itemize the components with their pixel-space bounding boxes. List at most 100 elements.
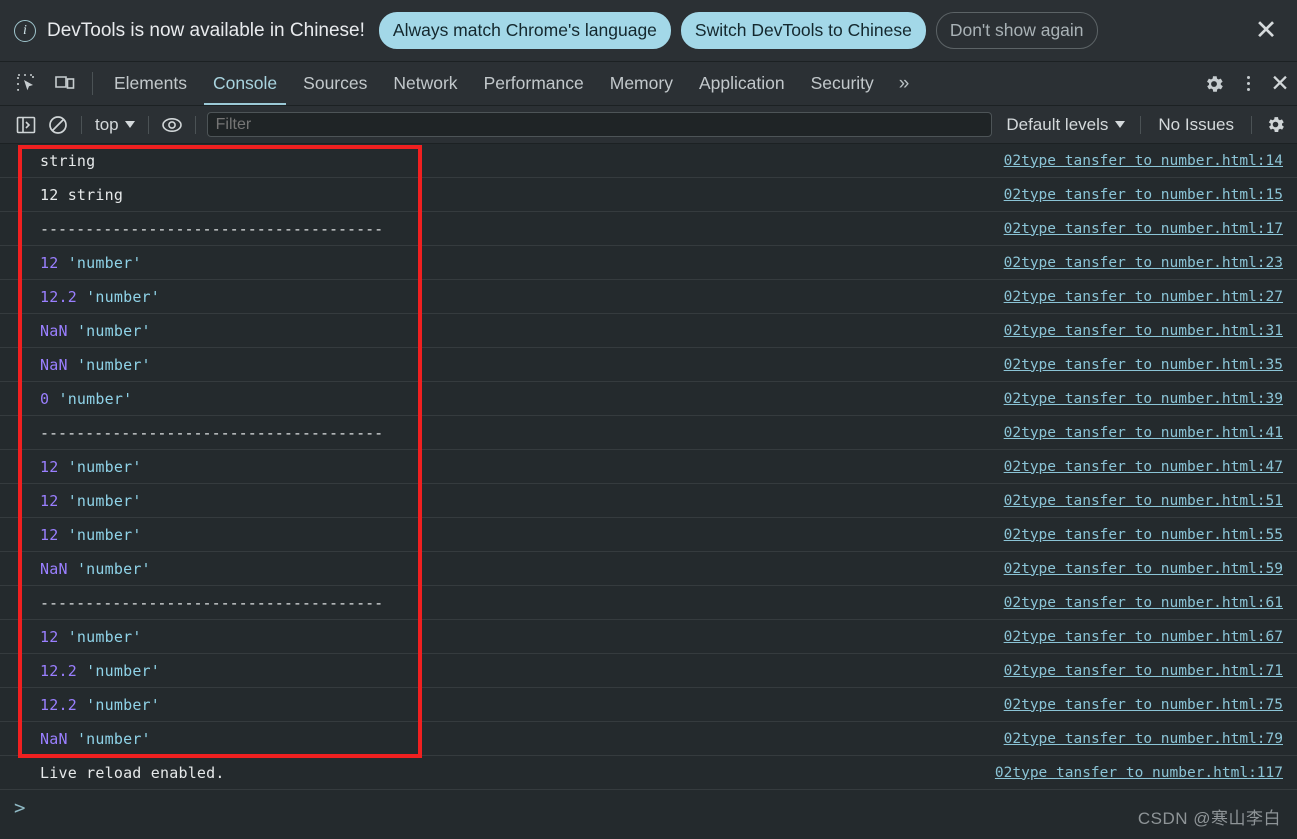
console-token: 'number' bbox=[67, 491, 142, 510]
console-source-link[interactable]: 02type tansfer to number.html:23 bbox=[1004, 255, 1283, 271]
console-message-text: 12 'number' bbox=[40, 526, 142, 544]
console-source-link[interactable]: 02type tansfer to number.html:39 bbox=[1004, 391, 1283, 407]
console-source-link[interactable]: 02type tansfer to number.html:31 bbox=[1004, 323, 1283, 339]
tab-application[interactable]: Application bbox=[686, 62, 798, 105]
console-source-link[interactable]: 02type tansfer to number.html:75 bbox=[1004, 697, 1283, 713]
sidebar-toggle-icon[interactable] bbox=[10, 110, 42, 140]
tab-network[interactable]: Network bbox=[380, 62, 470, 105]
console-toolbar-divider bbox=[81, 115, 82, 134]
console-message-row[interactable]: 12 'number' 02type tansfer to number.html… bbox=[0, 518, 1297, 552]
always-match-chrome-language-button[interactable]: Always match Chrome's language bbox=[378, 11, 671, 50]
log-levels-selector[interactable]: Default levels bbox=[998, 115, 1133, 135]
execution-context-selector[interactable]: top bbox=[89, 115, 141, 135]
console-message-row[interactable]: NaN 'number' 02type tansfer to number.htm… bbox=[0, 348, 1297, 382]
console-message-row[interactable]: 12 'number' 02type tansfer to number.html… bbox=[0, 620, 1297, 654]
console-message-row[interactable]: Live reload enabled. 02type tansfer to nu… bbox=[0, 756, 1297, 790]
console-token: NaN bbox=[40, 355, 68, 374]
console-token: string bbox=[40, 151, 96, 170]
console-message-text: NaN 'number' bbox=[40, 356, 151, 374]
console-source-link[interactable]: 02type tansfer to number.html:61 bbox=[1004, 595, 1283, 611]
console-token: NaN bbox=[40, 559, 68, 578]
console-source-link[interactable]: 02type tansfer to number.html:71 bbox=[1004, 663, 1283, 679]
close-devtools-icon[interactable]: ✕ bbox=[1263, 70, 1297, 97]
live-expression-icon[interactable] bbox=[156, 110, 188, 140]
filter-input[interactable] bbox=[206, 112, 993, 137]
gear-icon[interactable] bbox=[1195, 73, 1233, 95]
tab-performance[interactable]: Performance bbox=[471, 62, 597, 105]
dont-show-again-button[interactable]: Don't show again bbox=[935, 11, 1098, 50]
console-source-link[interactable]: 02type tansfer to number.html:27 bbox=[1004, 289, 1283, 305]
console-message-row[interactable]: -------------------------------------- 02… bbox=[0, 212, 1297, 246]
console-token bbox=[68, 730, 77, 748]
console-token: 12.2 bbox=[40, 287, 77, 306]
console-token bbox=[58, 526, 67, 544]
execution-context-label: top bbox=[95, 114, 119, 134]
console-message-row[interactable]: -------------------------------------- 02… bbox=[0, 416, 1297, 450]
console-message-row[interactable]: 12 string 02type tansfer to number.html:1… bbox=[0, 178, 1297, 212]
more-tabs-icon[interactable]: » bbox=[887, 62, 922, 105]
console-message-row[interactable]: 12.2 'number' 02type tansfer to number.ht… bbox=[0, 654, 1297, 688]
console-message-text: 12 'number' bbox=[40, 628, 142, 646]
tab-console[interactable]: Console bbox=[200, 62, 290, 105]
console-toolbar-divider-4 bbox=[1140, 115, 1142, 134]
console-message-text: NaN 'number' bbox=[40, 730, 151, 748]
console-token bbox=[58, 254, 67, 272]
console-token bbox=[68, 356, 77, 374]
console-message-text: 12 'number' bbox=[40, 254, 142, 272]
issues-counter[interactable]: No Issues bbox=[1148, 115, 1244, 135]
devtools-tabbar: Elements Console Sources Network Perform… bbox=[0, 62, 1297, 106]
tab-sources[interactable]: Sources bbox=[290, 62, 380, 105]
console-source-link[interactable]: 02type tansfer to number.html:51 bbox=[1004, 493, 1283, 509]
console-message-row[interactable]: -------------------------------------- 02… bbox=[0, 586, 1297, 620]
console-message-text: 12.2 'number' bbox=[40, 288, 160, 306]
console-message-row[interactable]: 12.2 'number' 02type tansfer to number.ht… bbox=[0, 688, 1297, 722]
tab-elements[interactable]: Elements bbox=[101, 62, 200, 105]
console-source-link[interactable]: 02type tansfer to number.html:17 bbox=[1004, 221, 1283, 237]
console-token: NaN bbox=[40, 321, 68, 340]
console-message-text: -------------------------------------- bbox=[40, 424, 383, 442]
console-message-row[interactable]: 12 'number' 02type tansfer to number.html… bbox=[0, 484, 1297, 518]
console-token: 'number' bbox=[76, 321, 151, 340]
console-message-text: -------------------------------------- bbox=[40, 220, 383, 238]
console-message-row[interactable]: NaN 'number' 02type tansfer to number.htm… bbox=[0, 552, 1297, 586]
console-source-link[interactable]: 02type tansfer to number.html:59 bbox=[1004, 561, 1283, 577]
console-token bbox=[77, 288, 86, 306]
console-message-row[interactable]: NaN 'number' 02type tansfer to number.htm… bbox=[0, 314, 1297, 348]
close-infobar-icon[interactable]: ✕ bbox=[1251, 16, 1281, 46]
console-message-row[interactable]: string 02type tansfer to number.html:14 bbox=[0, 144, 1297, 178]
console-token: 'number' bbox=[76, 729, 151, 748]
console-message-row[interactable]: 12 'number' 02type tansfer to number.html… bbox=[0, 450, 1297, 484]
console-token: 12.2 bbox=[40, 695, 77, 714]
console-source-link[interactable]: 02type tansfer to number.html:117 bbox=[995, 765, 1283, 781]
console-source-link[interactable]: 02type tansfer to number.html:55 bbox=[1004, 527, 1283, 543]
console-prompt[interactable]: > bbox=[0, 790, 1297, 826]
console-token: 'number' bbox=[76, 355, 151, 374]
dots-vertical-icon[interactable] bbox=[1233, 76, 1263, 91]
device-toolbar-icon[interactable] bbox=[46, 62, 84, 105]
console-source-link[interactable]: 02type tansfer to number.html:35 bbox=[1004, 357, 1283, 373]
console-message-row[interactable]: 12.2 'number' 02type tansfer to number.ht… bbox=[0, 280, 1297, 314]
clear-console-icon[interactable] bbox=[42, 110, 74, 140]
console-source-link[interactable]: 02type tansfer to number.html:79 bbox=[1004, 731, 1283, 747]
console-source-link[interactable]: 02type tansfer to number.html:67 bbox=[1004, 629, 1283, 645]
console-message-list[interactable]: string 02type tansfer to number.html:14 12… bbox=[0, 144, 1297, 839]
tabbar-divider bbox=[92, 72, 93, 95]
console-message-row[interactable]: 12 'number' 02type tansfer to number.html… bbox=[0, 246, 1297, 280]
console-source-link[interactable]: 02type tansfer to number.html:15 bbox=[1004, 187, 1283, 203]
tab-label: Console bbox=[212, 73, 278, 93]
console-source-link[interactable]: 02type tansfer to number.html:14 bbox=[1004, 153, 1283, 169]
inspect-element-icon[interactable] bbox=[8, 62, 46, 105]
console-source-link[interactable]: 02type tansfer to number.html:47 bbox=[1004, 459, 1283, 475]
console-message-row[interactable]: NaN 'number' 02type tansfer to number.htm… bbox=[0, 722, 1297, 756]
console-token: 12.2 bbox=[40, 661, 77, 680]
switch-devtools-to-chinese-button[interactable]: Switch DevTools to Chinese bbox=[680, 11, 926, 50]
tab-security[interactable]: Security bbox=[798, 62, 887, 105]
console-message-row[interactable]: 0 'number' 02type tansfer to number.html:… bbox=[0, 382, 1297, 416]
console-token: 'number' bbox=[58, 389, 133, 408]
console-source-link[interactable]: 02type tansfer to number.html:41 bbox=[1004, 425, 1283, 441]
tab-memory[interactable]: Memory bbox=[597, 62, 686, 105]
console-token bbox=[77, 696, 86, 714]
console-message-text: 12 string bbox=[40, 186, 123, 204]
gear-icon[interactable] bbox=[1259, 110, 1291, 140]
console-message-text: 12.2 'number' bbox=[40, 696, 160, 714]
